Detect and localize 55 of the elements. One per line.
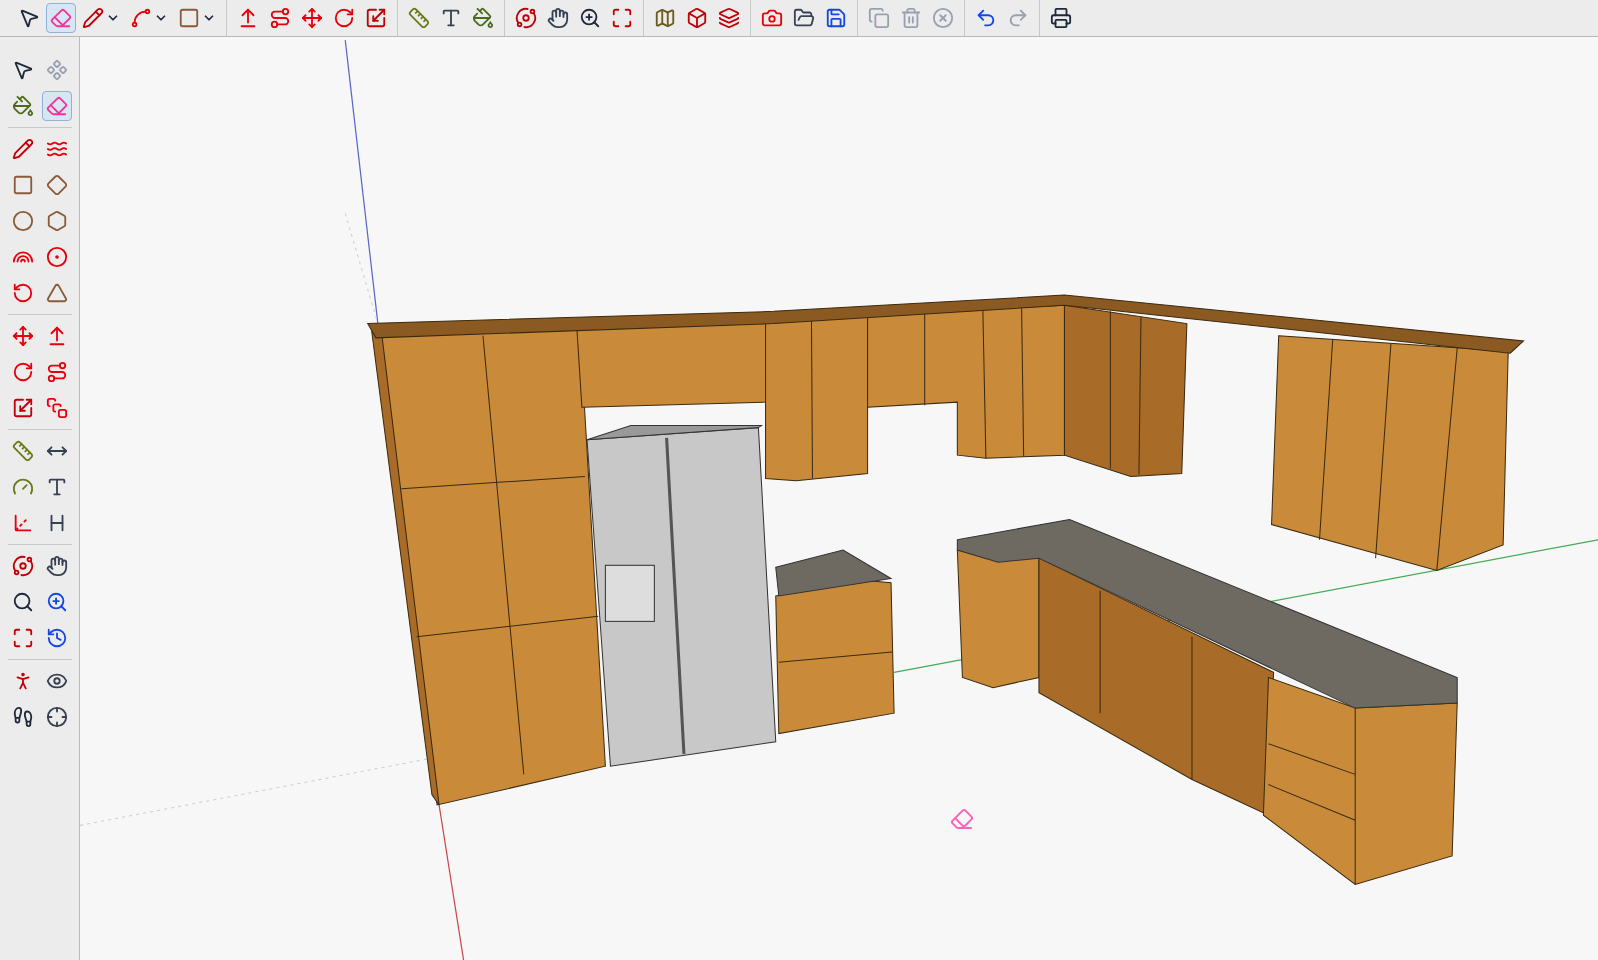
maximize-icon — [611, 7, 633, 29]
orbit-icon — [515, 7, 537, 29]
ruler-icon — [11, 440, 34, 462]
cube-icon — [686, 7, 708, 29]
hexagon-icon — [45, 210, 68, 232]
triangle-icon — [45, 282, 68, 304]
layers-icon — [718, 7, 740, 29]
camera-icon — [761, 7, 783, 29]
crosshair-icon — [45, 706, 68, 728]
curve-icon — [130, 7, 152, 29]
square-icon — [178, 7, 200, 29]
stacked-squares-icon — [45, 397, 68, 419]
move-icon — [11, 325, 34, 347]
rotate-icon — [11, 361, 34, 383]
folder-icon — [793, 7, 815, 29]
hand-icon — [547, 7, 569, 29]
move-icon — [301, 7, 323, 29]
maximize-icon — [11, 627, 34, 649]
scale-icon — [365, 7, 387, 29]
map-icon — [654, 7, 676, 29]
trash-icon — [900, 7, 922, 29]
rotate-icon — [333, 7, 355, 29]
route-icon — [45, 361, 68, 383]
paint-bucket-icon — [11, 95, 34, 117]
search-icon — [11, 591, 34, 613]
pencil-icon — [11, 138, 34, 160]
redo-icon — [1007, 7, 1029, 29]
curved-arrow-icon — [11, 282, 34, 304]
save-icon — [825, 7, 847, 29]
close-circle-icon — [932, 7, 954, 29]
circle-dot-icon — [45, 246, 68, 268]
eraser-cursor-icon — [950, 807, 974, 831]
route-icon — [269, 7, 291, 29]
square-icon — [11, 174, 34, 196]
select-arrow-icon — [18, 7, 40, 29]
scale-icon — [11, 397, 34, 419]
diamond-icon — [45, 174, 68, 196]
hand-icon — [45, 555, 68, 577]
undo-icon — [975, 7, 997, 29]
printer-icon — [1050, 7, 1072, 29]
eraser-icon — [45, 95, 68, 117]
pencil-icon — [82, 7, 104, 29]
orbit-icon — [11, 555, 34, 577]
circle-icon — [11, 210, 34, 232]
zoom-icon — [579, 7, 601, 29]
eraser-tool-button[interactable] — [41, 91, 72, 121]
copy-icon — [868, 7, 890, 29]
paint-bucket-icon — [472, 7, 494, 29]
zoom-icon — [45, 591, 68, 613]
ruler-icon — [408, 7, 430, 29]
footprints-icon — [11, 706, 34, 728]
history-icon — [45, 627, 68, 649]
component-icon — [45, 59, 68, 81]
eraser-icon — [50, 7, 72, 29]
text-icon — [440, 7, 462, 29]
